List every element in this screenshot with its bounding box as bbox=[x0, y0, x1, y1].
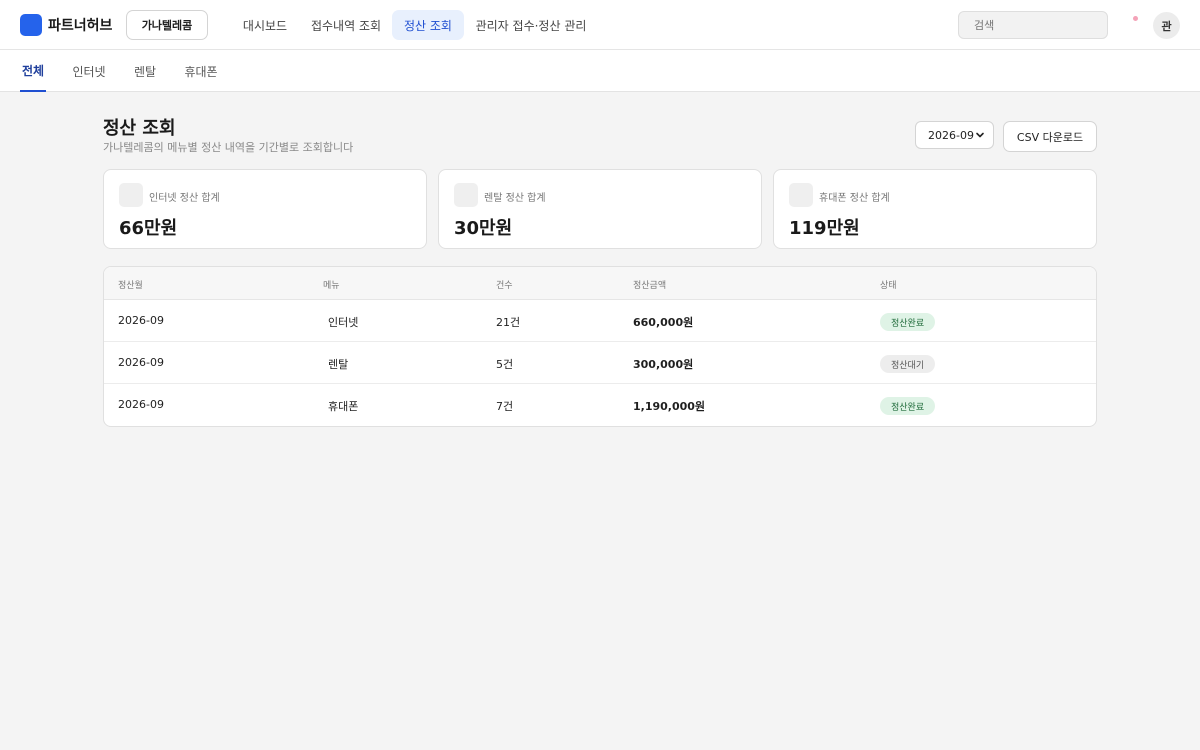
month-select-value: 2026-09 bbox=[928, 128, 974, 142]
cell-count: 5건 bbox=[496, 358, 514, 371]
cell-amount: 300,000원 bbox=[633, 358, 694, 371]
company-selector-button[interactable]: 가나텔레콤 bbox=[126, 10, 208, 40]
cell-menu: 휴대폰 bbox=[328, 400, 359, 413]
brand-name: 파트너허브 bbox=[48, 18, 113, 34]
table-row[interactable]: 2026-09 렌탈 5건 300,000원 정산대기 bbox=[104, 342, 1096, 384]
cell-menu: 렌탈 bbox=[328, 358, 349, 371]
column-header-month: 정산월 bbox=[118, 281, 143, 291]
column-header-amount: 정산금액 bbox=[633, 281, 667, 291]
status-badge: 정산완료 bbox=[880, 397, 936, 415]
tab-internet[interactable]: 인터넷 bbox=[70, 50, 108, 92]
nav-dashboard[interactable]: 대시보드 bbox=[230, 10, 300, 40]
summary-card-rental: 렌탈 정산 합계 30만원 bbox=[438, 169, 762, 249]
summary-card-internet: 인터넷 정산 합계 66만원 bbox=[103, 169, 427, 249]
search-input[interactable] bbox=[958, 11, 1108, 39]
avatar[interactable]: 관 bbox=[1153, 12, 1180, 39]
tab-rental[interactable]: 렌탈 bbox=[131, 50, 159, 92]
top-navigation-bar: 파트너허브 가나텔레콤 대시보드 접수내역 조회 정산 조회 관리자 접수·정산… bbox=[0, 0, 1200, 50]
brand-logo-icon bbox=[20, 14, 42, 36]
chevron-down-icon bbox=[976, 132, 984, 138]
status-badge: 정산완료 bbox=[880, 313, 936, 331]
nav-submission-history[interactable]: 접수내역 조회 bbox=[305, 10, 387, 40]
card-label: 렌탈 정산 합계 bbox=[484, 193, 546, 204]
status-badge: 정산대기 bbox=[880, 355, 936, 373]
nav-settlement-inquiry[interactable]: 정산 조회 bbox=[392, 10, 464, 40]
month-select[interactable]: 2026-09 bbox=[915, 121, 994, 149]
cell-amount: 660,000원 bbox=[633, 316, 694, 329]
cell-amount: 1,190,000원 bbox=[633, 400, 706, 413]
rental-icon bbox=[454, 183, 478, 207]
cell-month: 2026-09 bbox=[118, 314, 164, 327]
cell-month: 2026-09 bbox=[118, 398, 164, 411]
settlement-table: 정산월 메뉴 건수 정산금액 상태 2026-09 인터넷 21건 660,00… bbox=[103, 266, 1097, 427]
page-title: 정산 조회 bbox=[103, 118, 176, 139]
card-value: 30만원 bbox=[454, 218, 513, 239]
card-label: 휴대폰 정산 합계 bbox=[819, 193, 890, 204]
cell-month: 2026-09 bbox=[118, 356, 164, 369]
column-header-status: 상태 bbox=[880, 281, 897, 291]
table-row[interactable]: 2026-09 인터넷 21건 660,000원 정산완료 bbox=[104, 300, 1096, 342]
mobile-icon bbox=[789, 183, 813, 207]
cell-count: 7건 bbox=[496, 400, 514, 413]
card-value: 66만원 bbox=[119, 218, 178, 239]
table-header: 정산월 메뉴 건수 정산금액 상태 bbox=[104, 267, 1096, 300]
tab-all[interactable]: 전체 bbox=[20, 50, 46, 92]
tab-mobile[interactable]: 휴대폰 bbox=[182, 50, 220, 92]
nav-admin-management[interactable]: 관리자 접수·정산 관리 bbox=[472, 10, 590, 40]
column-header-menu: 메뉴 bbox=[323, 281, 340, 291]
card-value: 119만원 bbox=[789, 218, 860, 239]
card-label: 인터넷 정산 합계 bbox=[149, 193, 220, 204]
page-subtitle: 가나텔레콤의 메뉴별 정산 내역을 기간별로 조회합니다 bbox=[103, 141, 354, 154]
csv-download-button[interactable]: CSV 다운로드 bbox=[1003, 121, 1097, 152]
table-row[interactable]: 2026-09 휴대폰 7건 1,190,000원 정산완료 bbox=[104, 384, 1096, 426]
notification-dot bbox=[1133, 16, 1138, 21]
cell-count: 21건 bbox=[496, 316, 521, 329]
column-header-count: 건수 bbox=[496, 281, 513, 291]
category-tabs: 전체 인터넷 렌탈 휴대폰 bbox=[0, 50, 1200, 92]
internet-icon bbox=[119, 183, 143, 207]
summary-card-mobile: 휴대폰 정산 합계 119만원 bbox=[773, 169, 1097, 249]
cell-menu: 인터넷 bbox=[328, 316, 359, 329]
